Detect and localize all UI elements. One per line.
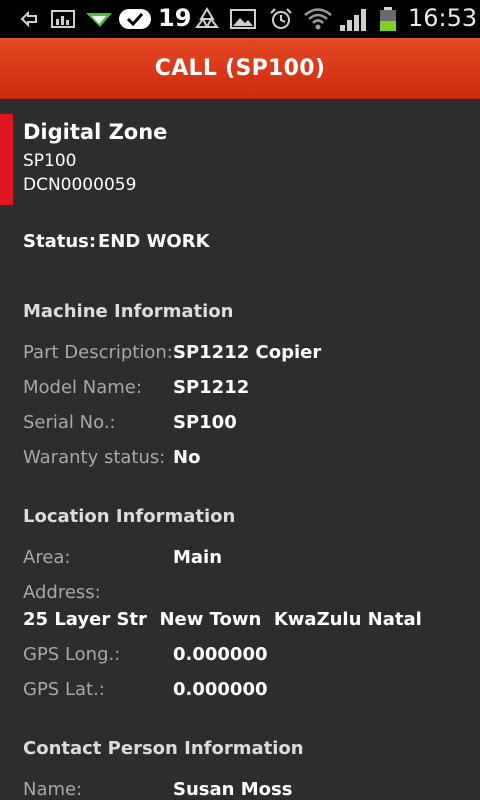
company-name: Digital Zone <box>23 120 168 144</box>
clock: 16:53 <box>408 4 478 32</box>
gps-lat-value: 0.000000 <box>173 679 268 700</box>
serial-no-label: Serial No.: <box>23 412 116 433</box>
alarm-icon <box>270 8 292 29</box>
call-number: DCN0000059 <box>23 175 137 195</box>
contact-name-value: Susan Moss <box>173 779 293 800</box>
check-badge-icon <box>119 9 151 29</box>
wifi-icon <box>304 8 332 30</box>
action-bar: CALL (SP100) <box>0 38 480 99</box>
warranty-status-value: No <box>173 447 201 468</box>
notification-count: 19 <box>158 4 192 32</box>
address-label: Address: <box>23 582 101 603</box>
part-description-value: SP1212 Copier <box>173 342 322 363</box>
back-icon <box>20 10 37 28</box>
gps-long-label: GPS Long.: <box>23 644 121 665</box>
call-code: SP100 <box>23 151 77 171</box>
screen-title: CALL (SP100) <box>154 55 326 81</box>
image-icon <box>230 9 256 29</box>
gps-lat-label: GPS Lat.: <box>23 679 105 700</box>
signal-icon <box>340 9 366 31</box>
recycle-icon <box>195 7 219 28</box>
machine-section-title: Machine Information <box>23 301 234 322</box>
contact-name-label: Name: <box>23 779 83 800</box>
warranty-status-label: Waranty status: <box>23 447 166 468</box>
serial-no-value: SP100 <box>173 412 237 433</box>
contact-section-title: Contact Person Information <box>23 738 304 759</box>
part-description-label: Part Description: <box>23 342 173 363</box>
accent-bar <box>0 114 13 205</box>
battery-icon <box>380 7 396 31</box>
status-bar: 19 16:53 <box>0 0 480 38</box>
flag-icon <box>86 13 112 27</box>
model-name-value: SP1212 <box>173 377 250 398</box>
address-value: 25 Layer Str New Town KwaZulu Natal <box>23 609 422 630</box>
area-value: Main <box>173 547 223 568</box>
gps-long-value: 0.000000 <box>173 644 268 665</box>
chart-icon <box>51 10 75 28</box>
model-name-label: Model Name: <box>23 377 142 398</box>
area-label: Area: <box>23 547 71 568</box>
location-section-title: Location Information <box>23 506 236 527</box>
status-label: Status: <box>23 231 97 252</box>
status-value: END WORK <box>98 231 210 252</box>
